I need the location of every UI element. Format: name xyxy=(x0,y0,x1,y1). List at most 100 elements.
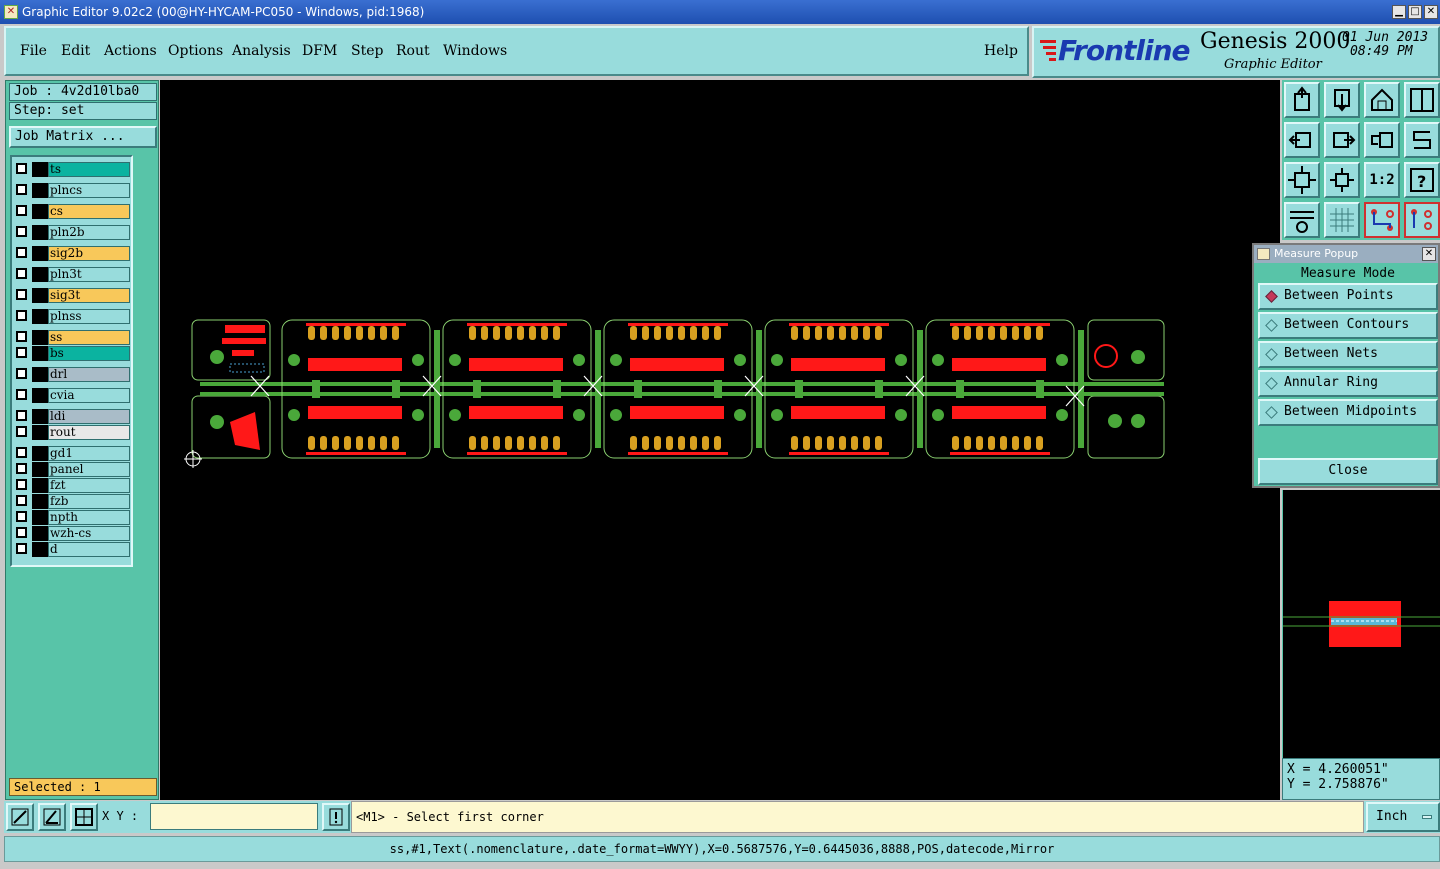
layer-checkbox[interactable] xyxy=(16,495,27,506)
menu-help[interactable]: Help xyxy=(984,43,1018,59)
minimize-button[interactable]: ▁ xyxy=(1392,5,1406,19)
layer-checkbox[interactable] xyxy=(16,410,27,421)
close-window-button[interactable]: ✕ xyxy=(1424,5,1438,19)
layer-label[interactable]: ss xyxy=(48,330,130,345)
mode-between-nets[interactable]: Between Nets xyxy=(1258,341,1438,368)
pcb-panel-drawing[interactable] xyxy=(160,80,1280,800)
layer-row-plnss[interactable]: plnss xyxy=(14,309,132,324)
menu-dfm[interactable]: DFM xyxy=(302,43,337,59)
layer-row-sig3t[interactable]: sig3t xyxy=(14,288,132,303)
layer-row-panel[interactable]: panel xyxy=(14,462,132,477)
pan-left-icon[interactable] xyxy=(1284,122,1320,158)
grid-icon[interactable] xyxy=(1324,202,1360,238)
menu-windows[interactable]: Windows xyxy=(443,43,507,59)
scale-one-two-icon[interactable]: 1:2 xyxy=(1364,162,1400,198)
layer-checkbox[interactable] xyxy=(16,226,27,237)
layer-label[interactable]: pln3t xyxy=(48,267,130,282)
net-highlight-icon[interactable] xyxy=(1404,202,1440,238)
layer-label[interactable]: sig2b xyxy=(48,246,130,261)
layer-row-fzb[interactable]: fzb xyxy=(14,494,132,509)
layer-list-scrollbar[interactable] xyxy=(133,155,153,567)
layer-label[interactable]: gd1 xyxy=(48,446,130,461)
layer-row-ss[interactable]: ss xyxy=(14,330,132,345)
menu-step[interactable]: Step xyxy=(351,43,383,59)
split-view-icon[interactable] xyxy=(1404,82,1440,118)
layer-label[interactable]: panel xyxy=(48,462,130,477)
job-matrix-button[interactable]: Job Matrix ... xyxy=(9,126,157,148)
layer-checkbox[interactable] xyxy=(16,347,27,358)
close-popup-icon[interactable]: ✕ xyxy=(1422,247,1436,261)
snap-icon[interactable] xyxy=(6,803,34,831)
layer-row-d[interactable]: d xyxy=(14,542,132,557)
layer-label[interactable]: ts xyxy=(48,162,130,177)
net-connect-icon[interactable] xyxy=(1364,202,1400,238)
layer-row-rout[interactable]: rout xyxy=(14,425,132,440)
layer-label[interactable]: ldi xyxy=(48,409,130,424)
layer-row-ts[interactable]: ts xyxy=(14,162,132,177)
zoom-home-icon[interactable] xyxy=(1284,82,1320,118)
layer-row-sig2b[interactable]: sig2b xyxy=(14,246,132,261)
redraw-icon[interactable] xyxy=(1404,122,1440,158)
zoom-fit-icon[interactable] xyxy=(1284,162,1320,198)
layer-label[interactable]: plncs xyxy=(48,183,130,198)
layer-checkbox[interactable] xyxy=(16,511,27,522)
mode-between-contours[interactable]: Between Contours xyxy=(1258,312,1438,339)
layer-label[interactable]: d xyxy=(48,542,130,557)
layer-row-pln2b[interactable]: pln2b xyxy=(14,225,132,240)
menu-file[interactable]: File xyxy=(20,43,47,59)
layer-label[interactable]: fzb xyxy=(48,494,130,509)
layer-row-pln3t[interactable]: pln3t xyxy=(14,267,132,282)
layer-row-npth[interactable]: npth xyxy=(14,510,132,525)
layer-checkbox[interactable] xyxy=(16,368,27,379)
layer-label[interactable]: plnss xyxy=(48,309,130,324)
layer-label[interactable]: pln2b xyxy=(48,225,130,240)
zoom-center-icon[interactable] xyxy=(1324,162,1360,198)
layer-checkbox[interactable] xyxy=(16,389,27,400)
layer-checkbox[interactable] xyxy=(16,447,27,458)
layer-row-fzt[interactable]: fzt xyxy=(14,478,132,493)
command-exclaim-icon[interactable] xyxy=(322,803,350,831)
layer-row-cs[interactable]: cs xyxy=(14,204,132,219)
menu-actions[interactable]: Actions xyxy=(104,43,157,59)
layer-row-ldi[interactable]: ldi xyxy=(14,409,132,424)
layer-label[interactable]: drl xyxy=(48,367,130,382)
help-query-icon[interactable]: ? xyxy=(1404,162,1440,198)
layer-label[interactable]: wzh-cs xyxy=(48,526,130,541)
grid-snap-icon[interactable] xyxy=(70,803,98,831)
layer-checkbox[interactable] xyxy=(16,331,27,342)
menu-options[interactable]: Options xyxy=(168,43,223,59)
layer-row-wzh-cs[interactable]: wzh-cs xyxy=(14,526,132,541)
layer-label[interactable]: cs xyxy=(48,204,130,219)
layer-checkbox[interactable] xyxy=(16,163,27,174)
undo-view-icon[interactable] xyxy=(1364,122,1400,158)
layer-checkbox[interactable] xyxy=(16,310,27,321)
layer-checkbox[interactable] xyxy=(16,184,27,195)
mode-annular-ring[interactable]: Annular Ring xyxy=(1258,370,1438,397)
layer-checkbox[interactable] xyxy=(16,247,27,258)
mode-between-midpoints[interactable]: Between Midpoints xyxy=(1258,399,1438,426)
layer-row-drl[interactable]: drl xyxy=(14,367,132,382)
layer-label[interactable]: fzt xyxy=(48,478,130,493)
layer-row-cvia[interactable]: cvia xyxy=(14,388,132,403)
measure-close-button[interactable]: Close xyxy=(1258,458,1438,485)
layer-checkbox[interactable] xyxy=(16,289,27,300)
menu-rout[interactable]: Rout xyxy=(396,43,430,59)
zoom-down-icon[interactable] xyxy=(1324,82,1360,118)
overview-map[interactable] xyxy=(1282,490,1440,758)
layer-row-gd1[interactable]: gd1 xyxy=(14,446,132,461)
house-view-icon[interactable] xyxy=(1364,82,1400,118)
angle-snap-icon[interactable] xyxy=(38,803,66,831)
layer-checkbox[interactable] xyxy=(16,463,27,474)
mode-between-points[interactable]: Between Points xyxy=(1258,283,1438,310)
xy-input[interactable] xyxy=(150,803,318,830)
layer-label[interactable]: rout xyxy=(48,425,130,440)
maximize-button[interactable]: □ xyxy=(1408,5,1422,19)
menu-edit[interactable]: Edit xyxy=(61,43,90,59)
layer-checkbox[interactable] xyxy=(16,543,27,554)
menu-analysis[interactable]: Analysis xyxy=(232,43,291,59)
pan-right-icon[interactable] xyxy=(1324,122,1360,158)
layer-label[interactable]: bs xyxy=(48,346,130,361)
graphic-canvas[interactable] xyxy=(160,80,1280,800)
layer-checkbox[interactable] xyxy=(16,426,27,437)
layer-checkbox[interactable] xyxy=(16,527,27,538)
